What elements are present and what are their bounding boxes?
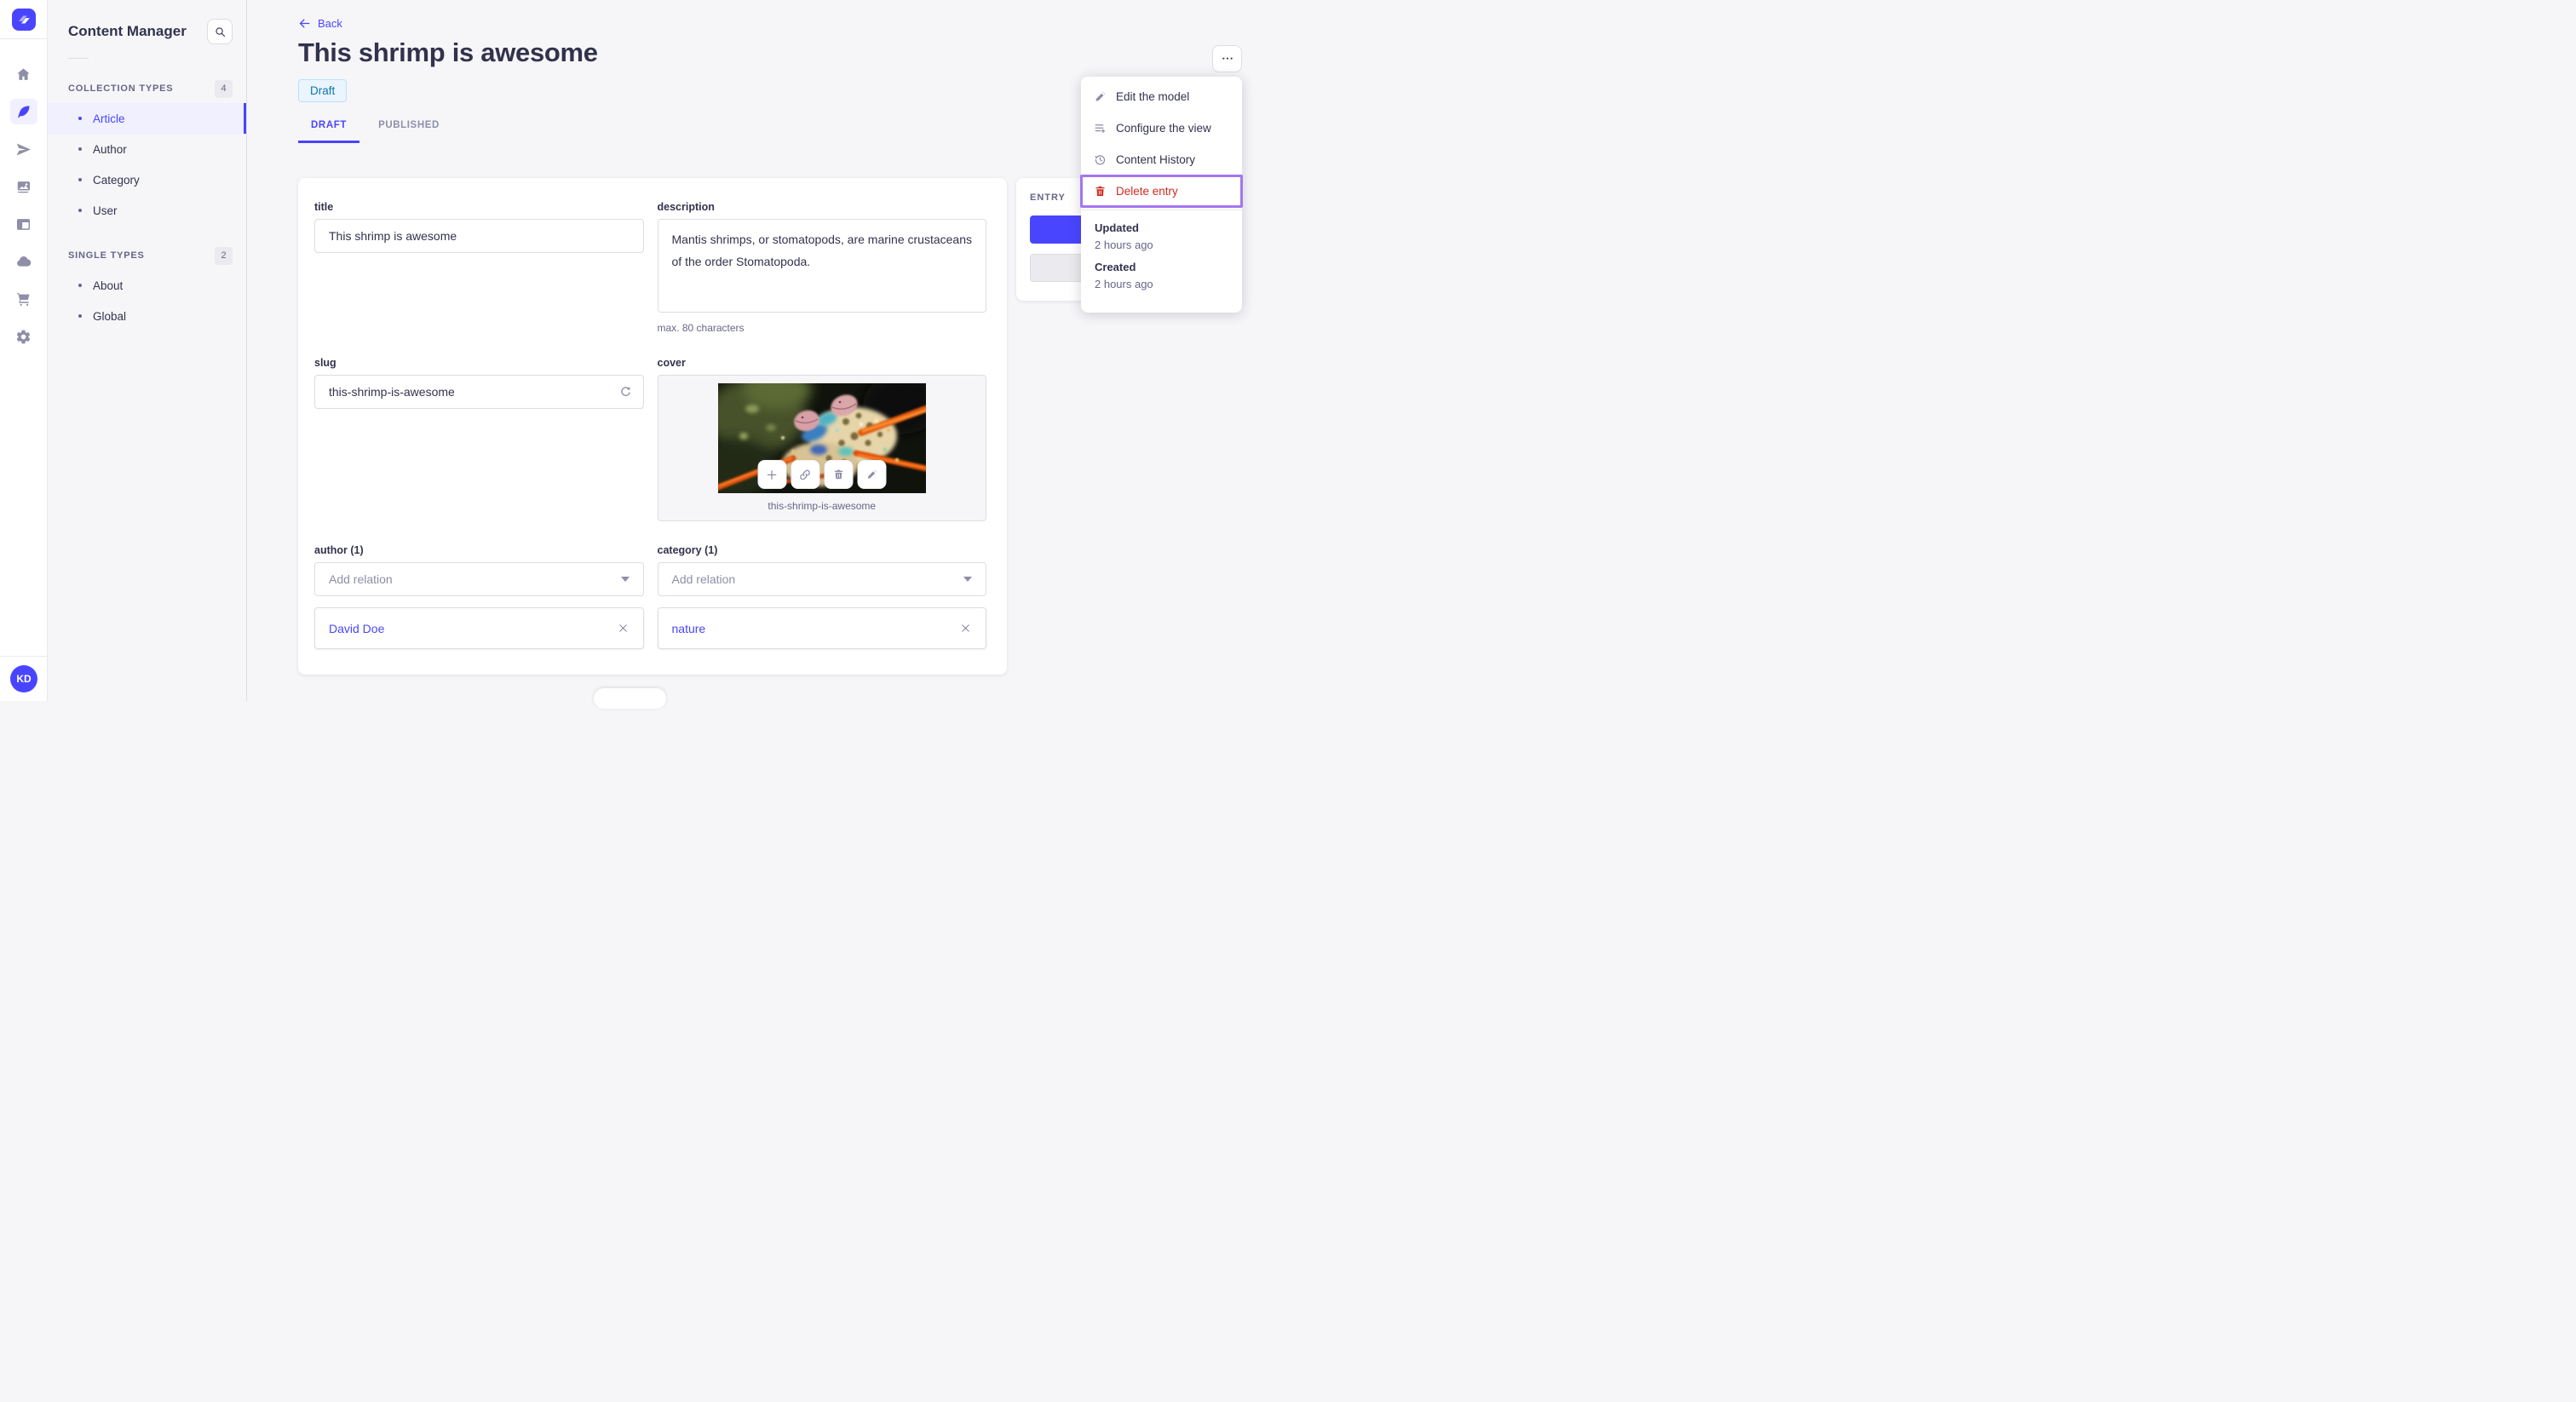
description-textarea[interactable]: Mantis shrimps, or stomatopods, are mari… xyxy=(657,219,986,313)
more-options-button[interactable] xyxy=(1212,45,1242,72)
menu-item-edit-model[interactable]: Edit the model xyxy=(1081,81,1242,112)
subnav-divider xyxy=(68,58,89,59)
chevron-down-icon xyxy=(963,577,972,582)
delete-asset-button[interactable] xyxy=(824,460,854,489)
pencil-icon xyxy=(1095,92,1105,101)
updated-label: Updated xyxy=(1095,221,1139,234)
remove-relation-icon[interactable] xyxy=(617,622,630,635)
main-area: Back This shrimp is awesome Draft DRAFT … xyxy=(247,0,1288,709)
sidebar-item-category[interactable]: Category xyxy=(48,164,246,195)
slug-input[interactable] xyxy=(314,375,644,409)
collection-types-count: 4 xyxy=(215,79,233,98)
description-helper: max. 80 characters xyxy=(657,322,745,334)
back-arrow-icon xyxy=(299,19,310,28)
content-manager-subnav: Content Manager COLLECTION TYPES 4 Artic… xyxy=(48,0,247,701)
plus-icon xyxy=(767,469,777,480)
feather-icon[interactable] xyxy=(9,99,37,124)
bullet-icon xyxy=(78,178,82,181)
bullet-icon xyxy=(78,117,82,120)
rail-footer: KD xyxy=(0,656,48,701)
history-clock-icon xyxy=(1094,155,1106,165)
menu-item-configure-view[interactable]: Configure the view xyxy=(1081,112,1242,144)
slug-label: slug xyxy=(314,357,336,369)
field-title: title xyxy=(314,201,644,334)
title-input[interactable] xyxy=(314,219,644,253)
cover-image xyxy=(717,383,926,493)
rail-divider xyxy=(0,38,48,39)
sidebar-item-about[interactable]: About xyxy=(48,270,246,301)
updated-value: 2 hours ago xyxy=(1095,238,1153,251)
nav-rail: KD xyxy=(0,0,48,701)
tab-draft[interactable]: DRAFT xyxy=(298,120,359,143)
cart-icon[interactable] xyxy=(10,286,37,312)
author-relation-item: David Doe xyxy=(314,607,644,649)
cover-filename: this-shrimp-is-awesome xyxy=(768,500,877,512)
subnav-title: Content Manager xyxy=(68,23,187,39)
strapi-logo[interactable] xyxy=(11,9,36,31)
layout-icon[interactable] xyxy=(10,211,37,237)
trash-icon xyxy=(1095,186,1105,197)
cover-carousel: this-shrimp-is-awesome xyxy=(657,375,986,521)
single-types-count: 2 xyxy=(215,246,233,265)
gear-icon[interactable] xyxy=(10,324,37,349)
pencil-icon xyxy=(867,470,877,479)
sidebar-item-global[interactable]: Global xyxy=(48,301,246,331)
field-cover: cover this-shrimp-is-awesome xyxy=(657,357,986,521)
category-label: category (1) xyxy=(657,544,718,556)
edit-asset-button[interactable] xyxy=(857,460,887,489)
bullet-icon xyxy=(78,314,82,318)
collection-types-label: COLLECTION TYPES xyxy=(68,83,174,94)
menu-item-delete-entry[interactable]: Delete entry xyxy=(1080,175,1243,208)
app-screen: KD Content Manager COLLECTION TYPES 4 Ar… xyxy=(0,0,1288,709)
ellipsis-icon xyxy=(1222,57,1233,60)
remove-relation-icon[interactable] xyxy=(959,622,972,635)
field-author: author (1) Add relation David Doe xyxy=(314,544,644,649)
paper-plane-icon[interactable] xyxy=(10,136,37,162)
page-title: This shrimp is awesome xyxy=(298,37,598,67)
avatar[interactable]: KD xyxy=(10,665,37,692)
cloud-icon[interactable] xyxy=(10,249,37,274)
menu-meta: Updated 2 hours ago Created 2 hours ago xyxy=(1081,210,1242,313)
edit-form-card: title description Mantis shrimps, or sto… xyxy=(298,178,1007,675)
field-slug: slug xyxy=(314,357,644,521)
refresh-icon[interactable] xyxy=(618,385,633,399)
category-relation-select[interactable]: Add relation xyxy=(657,562,986,596)
category-relation-item: nature xyxy=(657,607,986,649)
context-menu: Edit the model Configure the view Conten… xyxy=(1080,77,1243,313)
relation-link-nature[interactable]: nature xyxy=(672,622,706,635)
chevron-down-icon xyxy=(620,577,630,582)
author-label: author (1) xyxy=(314,544,364,556)
created-label: Created xyxy=(1095,261,1136,273)
cover-action-toolbar xyxy=(757,460,887,489)
search-icon xyxy=(215,26,225,37)
bullet-icon xyxy=(78,209,82,212)
add-asset-button[interactable] xyxy=(757,460,787,489)
status-badge: Draft xyxy=(298,79,348,102)
author-relation-select[interactable]: Add relation xyxy=(314,562,644,596)
relation-link-david-doe[interactable]: David Doe xyxy=(329,622,384,635)
tab-published[interactable]: PUBLISHED xyxy=(378,120,440,143)
sidebar-item-user[interactable]: User xyxy=(48,195,246,226)
bottom-pill[interactable] xyxy=(594,688,666,709)
title-label: title xyxy=(314,201,334,213)
search-button[interactable] xyxy=(207,19,233,44)
list-plus-icon xyxy=(1095,124,1106,134)
images-icon[interactable] xyxy=(10,174,37,199)
copy-link-button[interactable] xyxy=(791,460,820,489)
cover-label: cover xyxy=(657,357,686,369)
menu-item-content-history[interactable]: Content History xyxy=(1081,144,1242,175)
bullet-icon xyxy=(78,147,82,151)
single-types-label: SINGLE TYPES xyxy=(68,250,145,261)
home-icon[interactable] xyxy=(10,61,37,87)
field-description: description Mantis shrimps, or stomatopo… xyxy=(657,201,986,334)
created-value: 2 hours ago xyxy=(1095,278,1153,290)
bullet-icon xyxy=(78,284,82,287)
trash-icon xyxy=(834,469,842,480)
sidebar-item-author[interactable]: Author xyxy=(48,134,246,164)
back-link[interactable]: Back xyxy=(298,17,358,30)
sidebar-item-article[interactable]: Article xyxy=(48,103,246,134)
field-category: category (1) Add relation nature xyxy=(657,544,986,649)
description-label: description xyxy=(657,201,715,213)
link-icon xyxy=(800,469,811,480)
